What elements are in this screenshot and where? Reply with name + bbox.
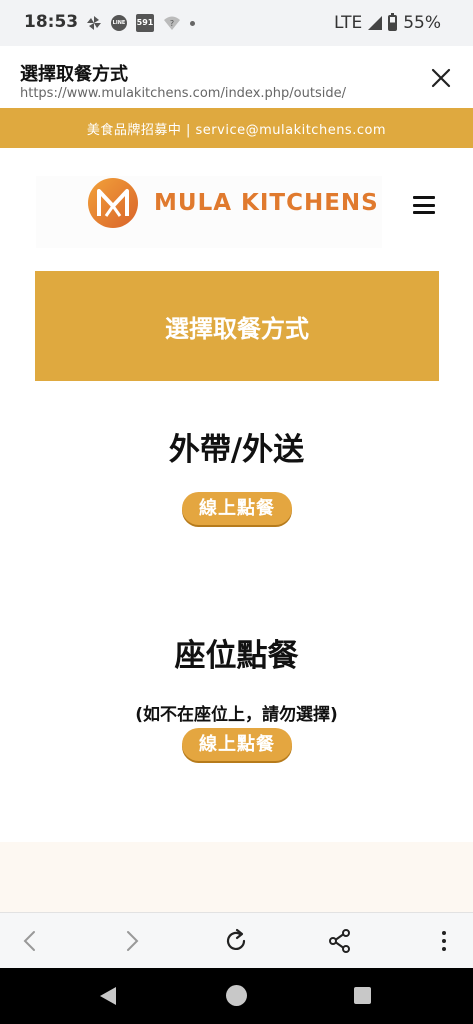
mula-logo-icon	[88, 178, 138, 228]
takeout-order-button[interactable]: 線上點餐	[182, 492, 292, 525]
battery-icon	[388, 13, 398, 31]
logo-text: MULA KITCHENS	[154, 190, 379, 216]
system-recents-icon[interactable]	[354, 987, 371, 1004]
page-title: 選擇取餐方式	[165, 314, 309, 343]
system-nav-bar	[0, 968, 473, 1024]
status-time: 18:53	[24, 12, 79, 32]
line-app-icon: LINE	[111, 15, 127, 31]
reload-icon[interactable]	[222, 927, 250, 955]
page-footer	[0, 842, 473, 912]
promo-text: 美食品牌招募中 | service@mulakitchens.com	[86, 122, 387, 138]
notification-icons: LINE 591 ?	[86, 13, 195, 33]
share-icon[interactable]	[326, 927, 354, 955]
dine-in-order-button[interactable]: 線上點餐	[182, 728, 292, 761]
browser-header: 選擇取餐方式 https://www.mulakitchens.com/inde…	[0, 46, 473, 108]
browser-page-title: 選擇取餐方式	[20, 64, 128, 85]
more-notifications-dot-icon	[190, 20, 195, 26]
signal-icon	[368, 16, 383, 30]
page-title-banner: 選擇取餐方式	[35, 271, 439, 381]
site-header: MULA KITCHENS	[0, 148, 473, 263]
status-bar: 18:53 LINE 591 ? LTE 55%	[0, 0, 473, 46]
svg-text:?: ?	[170, 19, 174, 28]
wifi-question-icon: ?	[164, 16, 180, 30]
forward-arrow-icon[interactable]	[118, 927, 146, 955]
battery-percent: 55%	[403, 13, 441, 33]
close-icon[interactable]	[429, 66, 453, 90]
browser-url[interactable]: https://www.mulakitchens.com/index.php/o…	[20, 86, 346, 101]
status-right: LTE 55%	[334, 12, 441, 34]
back-arrow-icon[interactable]	[16, 927, 44, 955]
pinwheel-icon	[87, 16, 101, 30]
takeout-delivery-heading: 外帶/外送	[168, 432, 305, 468]
network-type: LTE	[333, 13, 363, 33]
system-home-icon[interactable]	[226, 985, 247, 1006]
site-logo[interactable]: MULA KITCHENS	[36, 176, 382, 248]
app-591-icon: 591	[136, 14, 154, 32]
hamburger-menu-icon[interactable]	[413, 196, 435, 214]
system-back-icon[interactable]	[100, 987, 116, 1005]
dine-in-heading: 座位點餐	[174, 638, 299, 674]
dine-in-note: (如不在座位上，請勿選擇)	[135, 705, 338, 725]
more-vert-icon[interactable]	[430, 927, 458, 955]
browser-toolbar	[0, 912, 473, 968]
promo-bar: 美食品牌招募中 | service@mulakitchens.com	[0, 108, 473, 148]
